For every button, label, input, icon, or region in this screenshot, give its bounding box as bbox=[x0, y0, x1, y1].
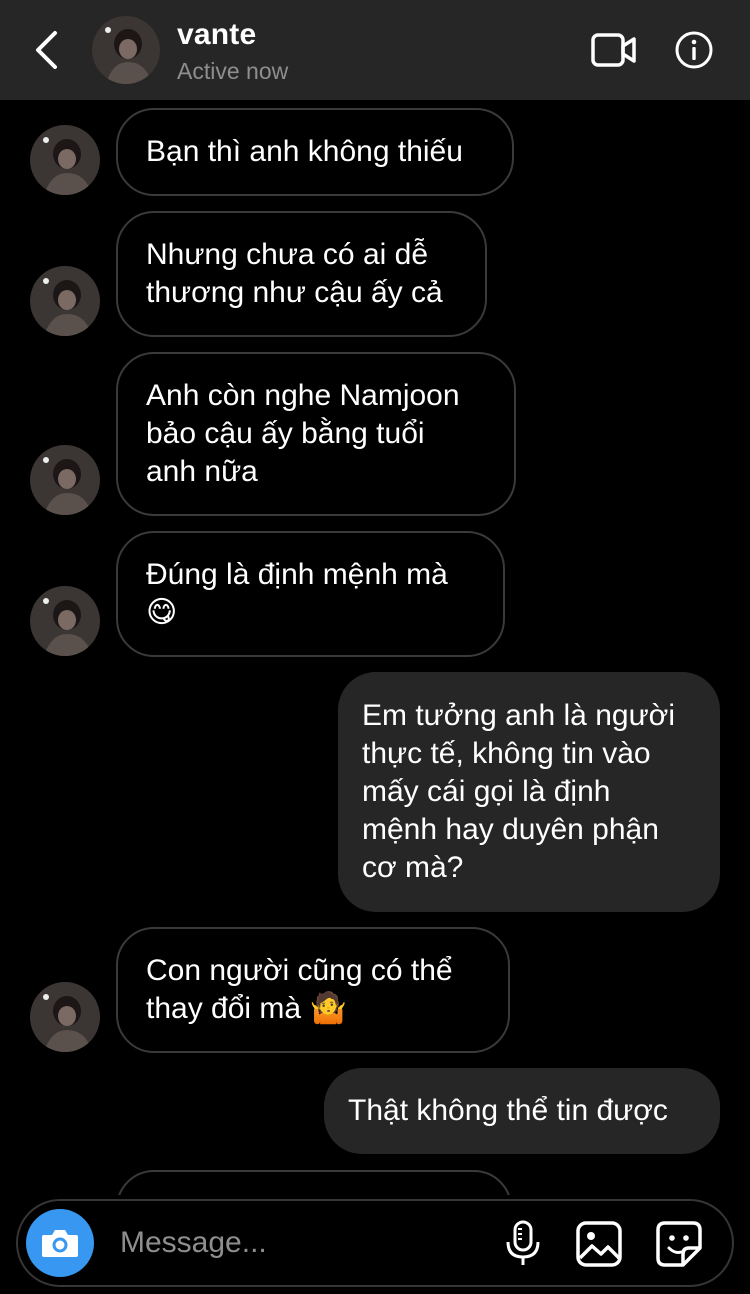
message-row: Anh còn nghe Namjoon bảo cậu ấy bằng tuổ… bbox=[0, 352, 750, 516]
message-composer bbox=[16, 1199, 734, 1287]
sticker-button[interactable] bbox=[654, 1219, 704, 1269]
message-input[interactable] bbox=[120, 1219, 490, 1267]
info-button[interactable] bbox=[674, 30, 714, 70]
message-text-group: Đúng là định mệnh mà 😋 bbox=[146, 556, 448, 632]
message-text: Nhưng chưa có ai dễ thương như cậu ấy cả bbox=[146, 238, 443, 309]
message-row: Bạn thì anh không thiếu bbox=[0, 108, 750, 196]
message-list[interactable]: Bạn thì anh không thiếu Nhưng chưa có ai… bbox=[0, 100, 750, 1195]
chat-header: vante Active now bbox=[0, 0, 750, 100]
header-avatar[interactable] bbox=[92, 16, 160, 84]
message-text: Đúng là định mệnh mà bbox=[146, 558, 448, 591]
shrug-emoji-icon: 🤷 bbox=[309, 991, 347, 1026]
sender-avatar[interactable] bbox=[30, 982, 100, 1052]
outgoing-message-bubble[interactable]: Thật không thể tin được bbox=[324, 1068, 720, 1154]
video-call-button[interactable] bbox=[590, 30, 638, 70]
message-text: Anh còn nghe Namjoon bảo cậu ấy bằng tuổ… bbox=[146, 379, 460, 488]
message-row: Đúng là định mệnh mà 😋 bbox=[0, 531, 750, 657]
sender-avatar[interactable] bbox=[30, 125, 100, 195]
chat-username[interactable]: vante bbox=[177, 18, 256, 52]
chat-screen: vante Active now Bạn thì anh không thiếu bbox=[0, 0, 750, 1294]
incoming-message-bubble[interactable]: Con người cũng có thể thay đổi mà 🤷 bbox=[116, 927, 510, 1053]
yum-emoji-icon: 😋 bbox=[146, 595, 178, 630]
sender-avatar[interactable] bbox=[30, 266, 100, 336]
video-camera-icon bbox=[591, 33, 636, 67]
message-text: Thật không thể tin được bbox=[348, 1094, 668, 1127]
sticker-icon bbox=[656, 1221, 702, 1267]
incoming-message-bubble[interactable]: Nhưng chưa có ai dễ thương như cậu ấy cả bbox=[116, 211, 487, 337]
message-row: Con người cũng có thể thay đổi mà 🤷 bbox=[0, 927, 750, 1053]
active-status: Active now bbox=[177, 58, 289, 84]
voice-message-button[interactable] bbox=[498, 1219, 548, 1269]
incoming-message-bubble-partial[interactable] bbox=[116, 1170, 512, 1195]
outgoing-message-bubble[interactable]: Em tưởng anh là người thực tế, không tin… bbox=[338, 672, 720, 912]
message-text: Con người cũng có thể thay đổi mà bbox=[146, 954, 453, 1025]
sender-avatar[interactable] bbox=[30, 586, 100, 656]
incoming-message-bubble[interactable]: Anh còn nghe Namjoon bảo cậu ấy bằng tuổ… bbox=[116, 352, 516, 516]
avatar-image bbox=[92, 16, 160, 84]
microphone-icon bbox=[506, 1220, 540, 1265]
gallery-icon bbox=[576, 1221, 622, 1267]
incoming-message-bubble[interactable]: Bạn thì anh không thiếu bbox=[116, 108, 514, 196]
sender-avatar[interactable] bbox=[30, 445, 100, 515]
camera-icon bbox=[42, 1230, 78, 1257]
message-text-group: Con người cũng có thể thay đổi mà 🤷 bbox=[146, 952, 453, 1028]
camera-button[interactable] bbox=[26, 1209, 94, 1277]
incoming-message-bubble[interactable]: Đúng là định mệnh mà 😋 bbox=[116, 531, 505, 657]
message-text: Bạn thì anh không thiếu bbox=[146, 135, 463, 168]
info-icon bbox=[675, 31, 713, 69]
message-row: Nhưng chưa có ai dễ thương như cậu ấy cả bbox=[0, 211, 750, 337]
message-text: Em tưởng anh là người thực tế, không tin… bbox=[362, 699, 675, 884]
chevron-left-icon bbox=[36, 31, 57, 69]
back-button[interactable] bbox=[28, 28, 64, 72]
gallery-button[interactable] bbox=[574, 1219, 624, 1269]
